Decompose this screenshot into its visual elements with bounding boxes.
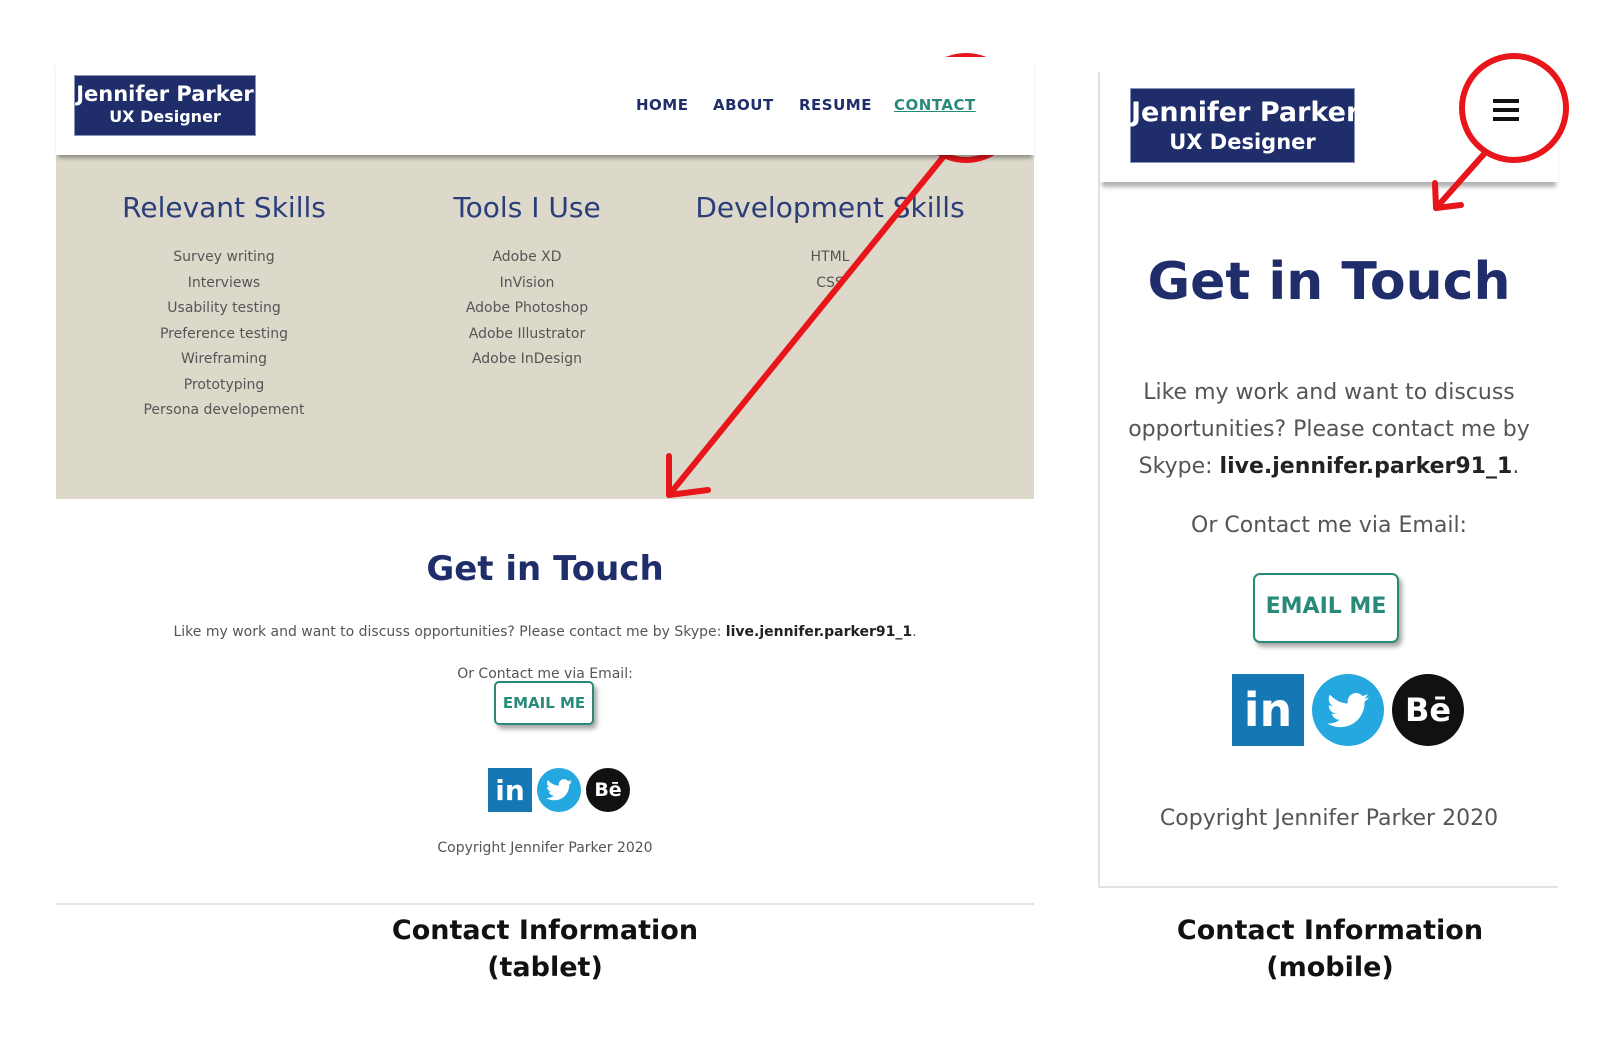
- skype-id: live.jennifer.parker91_1: [1219, 454, 1513, 479]
- contact-intro-text: Like my work and want to discuss opportu…: [173, 624, 726, 640]
- logo-name: Jennifer Parker: [76, 82, 254, 106]
- contact-heading: Get in Touch: [1147, 252, 1511, 312]
- contact-intro: Like my work and want to discuss opportu…: [1120, 374, 1538, 485]
- skills-heading: Relevant Skills: [122, 191, 326, 224]
- skill-item: HTML: [810, 249, 850, 265]
- email-prompt: Or Contact me via Email:: [1191, 513, 1467, 538]
- tablet-logo[interactable]: Jennifer Parker UX Designer: [74, 75, 256, 136]
- social-links: in Bē: [488, 768, 630, 812]
- twitter-bird-icon: [1327, 692, 1369, 727]
- twitter-icon[interactable]: [1312, 674, 1384, 746]
- skill-item: Wireframing: [180, 351, 268, 367]
- hamburger-menu-icon[interactable]: [1493, 99, 1519, 123]
- nav-home[interactable]: HOME: [636, 96, 688, 114]
- skill-item: Preference testing: [159, 325, 289, 342]
- caption-line: Contact Information: [391, 915, 699, 946]
- logo-title: UX Designer: [1169, 130, 1316, 154]
- email-me-button[interactable]: EMAIL ME: [494, 681, 594, 725]
- skill-item: CSS: [816, 274, 844, 291]
- nav-about[interactable]: ABOUT: [713, 96, 774, 114]
- skill-item: InVision: [499, 274, 555, 291]
- skill-item: Prototyping: [183, 376, 265, 393]
- email-prompt: Or Contact me via Email:: [457, 666, 633, 682]
- nav-resume[interactable]: RESUME: [799, 96, 872, 114]
- skill-item: Adobe Illustrator: [468, 325, 586, 342]
- skills-heading: Tools I Use: [453, 191, 601, 224]
- divider: [56, 903, 1034, 905]
- skill-item: Survey writing: [173, 249, 275, 265]
- contact-intro-end: .: [1512, 454, 1520, 479]
- behance-glyph: Bē: [594, 779, 622, 801]
- behance-icon[interactable]: Bē: [586, 768, 630, 812]
- skill-item: Interviews: [187, 274, 261, 291]
- caption-line: (tablet): [487, 952, 603, 983]
- skills-section: Relevant Skills Survey writing Interview…: [56, 155, 1034, 499]
- contact-intro: Like my work and want to discuss opportu…: [56, 624, 1034, 640]
- contact-heading: Get in Touch: [426, 549, 664, 589]
- twitter-bird-icon: [546, 779, 572, 801]
- skills-column-development: Development Skills HTML CSS: [680, 155, 980, 296]
- linkedin-icon[interactable]: in: [1232, 674, 1304, 746]
- skills-heading: Development Skills: [695, 191, 965, 224]
- mobile-logo[interactable]: Jennifer Parker UX Designer: [1130, 88, 1360, 163]
- skype-id: live.jennifer.parker91_1: [725, 624, 913, 640]
- logo-title: UX Designer: [109, 107, 221, 126]
- caption-tablet: Contact Information (tablet): [330, 912, 760, 986]
- email-me-button[interactable]: EMAIL ME: [1253, 573, 1399, 643]
- skill-item: Adobe InDesign: [471, 351, 583, 367]
- skill-item: Adobe Photoshop: [465, 300, 589, 316]
- tablet-mockup: Jennifer Parker UX Designer HOME ABOUT R…: [56, 57, 1034, 907]
- copyright: Copyright Jennifer Parker 2020: [437, 840, 653, 856]
- logo-name: Jennifer Parker: [1131, 97, 1360, 128]
- caption-line: (mobile): [1266, 952, 1394, 983]
- linkedin-glyph: in: [495, 773, 525, 807]
- contact-intro-end: .: [912, 624, 917, 640]
- skill-item: Usability testing: [167, 300, 281, 316]
- behance-glyph: Bē: [1404, 691, 1452, 729]
- mobile-header: Jennifer Parker UX Designer: [1100, 72, 1558, 182]
- linkedin-icon[interactable]: in: [488, 768, 532, 812]
- nav-contact[interactable]: CONTACT: [894, 96, 976, 114]
- skill-item: Adobe XD: [492, 249, 562, 265]
- mobile-mockup: Jennifer Parker UX Designer Get in Touch…: [1098, 72, 1558, 888]
- skills-column-relevant: Relevant Skills Survey writing Interview…: [74, 155, 374, 424]
- twitter-icon[interactable]: [537, 768, 581, 812]
- social-links: in Bē: [1232, 674, 1464, 746]
- caption-line: Contact Information: [1176, 915, 1484, 946]
- skill-item: Persona developement: [143, 402, 305, 418]
- linkedin-glyph: in: [1243, 683, 1293, 737]
- skills-column-tools: Tools I Use Adobe XD InVision Adobe Phot…: [377, 155, 677, 373]
- tablet-header: Jennifer Parker UX Designer HOME ABOUT R…: [56, 57, 1034, 155]
- behance-icon[interactable]: Bē: [1392, 674, 1464, 746]
- caption-mobile: Contact Information (mobile): [1100, 912, 1560, 986]
- copyright: Copyright Jennifer Parker 2020: [1159, 806, 1499, 831]
